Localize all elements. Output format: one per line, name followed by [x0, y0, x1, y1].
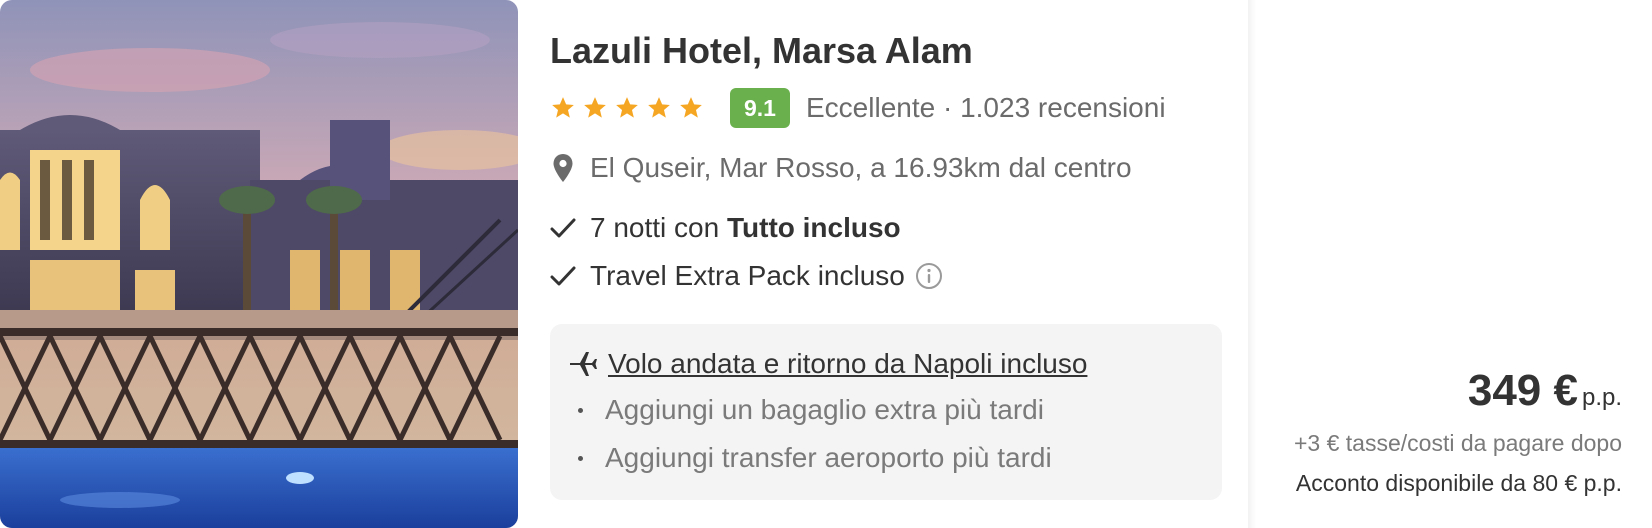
star-icon [552, 97, 574, 118]
feature-text: Travel Extra Pack incluso [590, 260, 905, 291]
transfer-note: Aggiungi transfer aeroporto più tardi [605, 442, 1052, 473]
price-amount: 349 € [1467, 366, 1578, 415]
price-panel[interactable]: 349 € p.p. +3 € tasse/costi da pagare do… [1256, 0, 1622, 528]
price-row: 349 € p.p. [1468, 366, 1622, 416]
map-pin-icon [553, 154, 573, 182]
deposit-note: Acconto disponibile da 80 € p.p. [1295, 470, 1622, 496]
flight-info-box: Volo andata e ritorno da Napoli incluso … [550, 324, 1222, 500]
feature-text: 7 notti con Tutto incluso [590, 212, 901, 243]
plane-icon [570, 352, 597, 376]
star-rating [550, 95, 704, 121]
feature-travel-extra-pack: Travel Extra Pack incluso [550, 258, 943, 294]
info-icon[interactable] [915, 262, 943, 290]
hotel-image [0, 0, 518, 528]
hotel-photo[interactable] [0, 0, 518, 528]
star-icon [648, 97, 670, 118]
reviews-summary[interactable]: Eccellente · 1.023 recensioni [806, 92, 1166, 124]
hotel-name[interactable]: Lazuli Hotel, Marsa Alam [550, 30, 973, 72]
location-row: El Quseir, Mar Rosso, a 16.93km dal cent… [552, 152, 1132, 184]
flight-link[interactable]: Volo andata e ritorno da Napoli incluso [608, 348, 1087, 380]
flight-line[interactable]: Volo andata e ritorno da Napoli incluso [568, 348, 1087, 380]
star-icon [584, 97, 606, 118]
location-text: El Quseir, Mar Rosso, a 16.93km dal cent… [590, 152, 1132, 183]
check-icon [550, 218, 576, 238]
hotel-details: Lazuli Hotel, Marsa Alam 9.1 Eccellente … [550, 0, 1222, 528]
panel-divider [1248, 0, 1256, 528]
rating-row: 9.1 Eccellente · 1.023 recensioni [550, 88, 1166, 128]
bullet-dot [578, 455, 583, 461]
star-icon [680, 97, 702, 118]
taxes-note: +3 € tasse/costi da pagare dopo [1294, 430, 1622, 456]
list-item: Aggiungi un bagaglio extra più tardi [578, 394, 1044, 426]
score-badge: 9.1 [730, 88, 790, 128]
feature-all-inclusive: 7 notti con Tutto incluso [550, 210, 901, 246]
star-icon [616, 97, 638, 118]
hotel-card[interactable]: Lazuli Hotel, Marsa Alam 9.1 Eccellente … [0, 0, 1652, 528]
baggage-note: Aggiungi un bagaglio extra più tardi [605, 394, 1044, 425]
check-icon [550, 266, 576, 286]
price-unit: p.p. [1581, 384, 1622, 411]
bullet-dot [578, 407, 583, 413]
list-item: Aggiungi transfer aeroporto più tardi [578, 442, 1052, 474]
